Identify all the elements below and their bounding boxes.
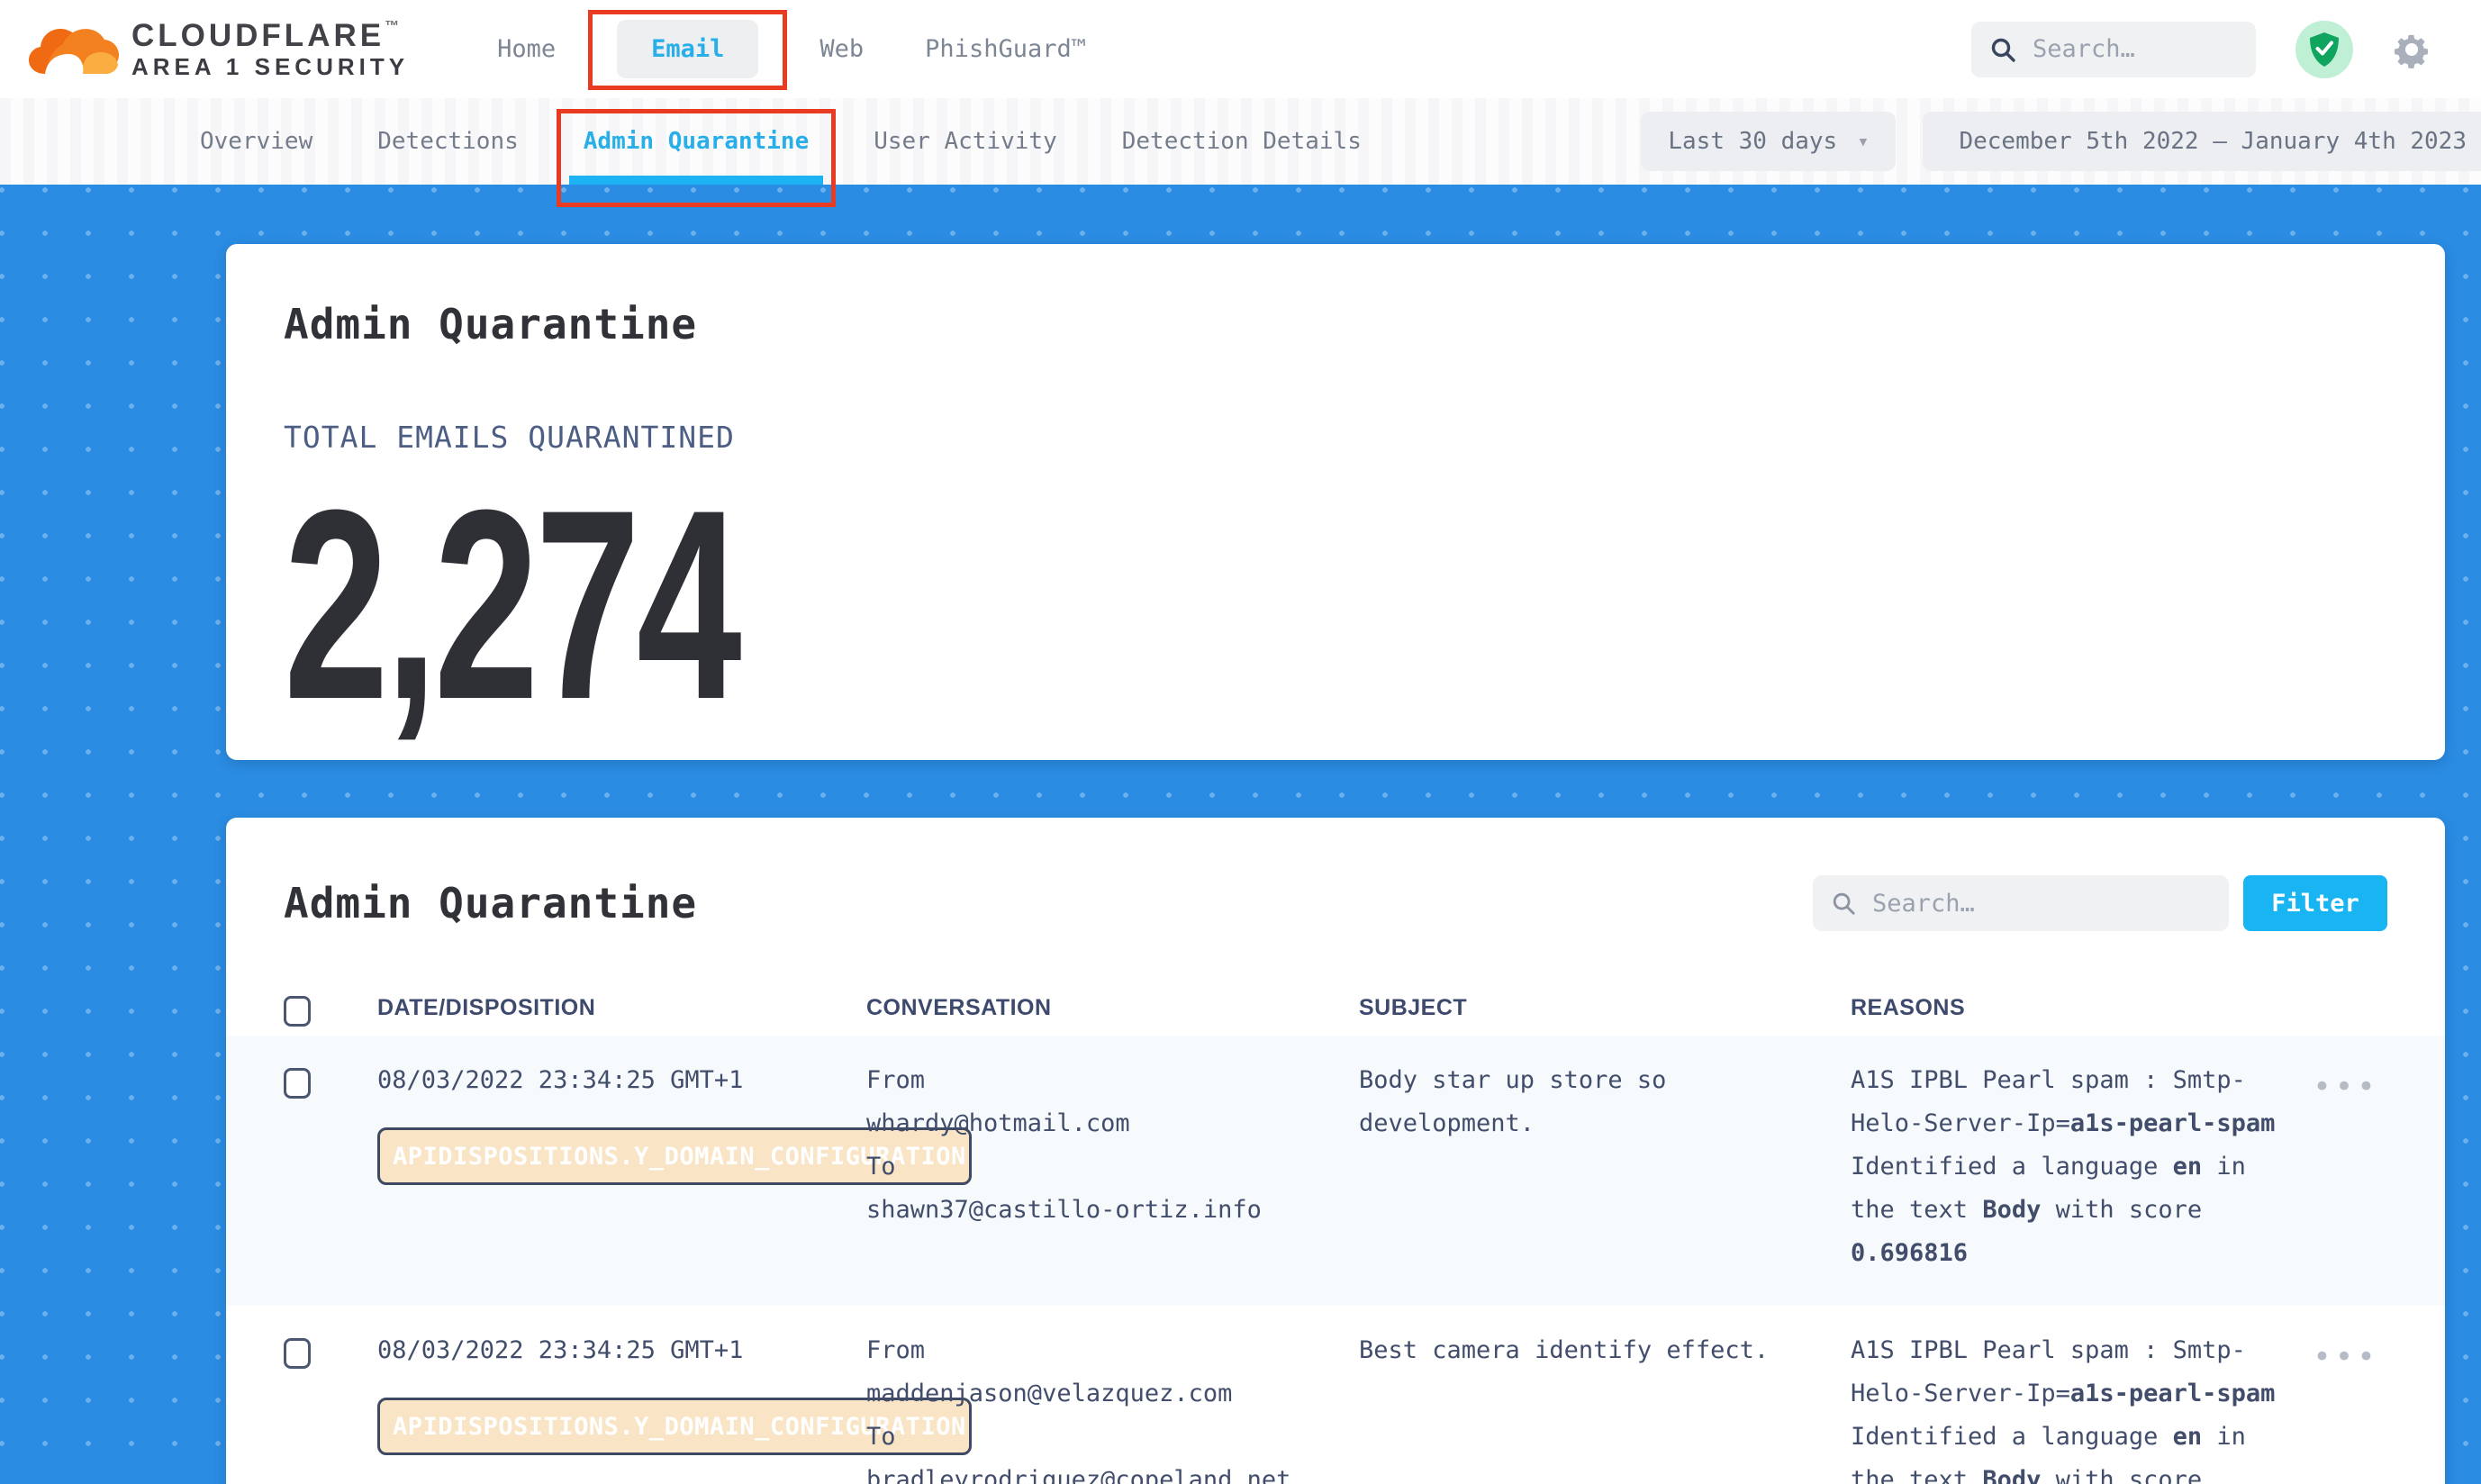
table-search-input[interactable] [1870,889,2211,918]
date-controls: Last 30 days ▾ December 5th 2022 — Janua… [1641,112,2481,171]
col-conversation: CONVERSATION [866,995,1359,1021]
to-label: To [866,1145,1323,1189]
tab-detections[interactable]: Detections [345,98,551,185]
search-icon [1831,891,1856,916]
quarantine-table-card: Admin Quarantine Filter [226,818,2445,1484]
table-header-row: DATE/DISPOSITION CONVERSATION SUBJECT RE… [284,980,2387,1036]
date-range-display[interactable]: December 5th 2022 — January 4th 2023 [1923,112,2481,171]
date-range-text: December 5th 2022 — January 4th 2023 [1959,128,2467,155]
row-checkbox[interactable] [284,1068,311,1099]
reasons-cell: A1S IPBL Pearl spam : Smtp-Helo-Server-I… [1851,1059,2304,1275]
tab-detection-details-label: Detection Details [1122,128,1362,155]
row-select-cell [284,1059,377,1099]
summary-card-title: Admin Quarantine [284,303,2387,345]
nav-web-label: Web [819,35,864,63]
total-quarantined-label: TOTAL EMAILS QUARANTINED [284,422,2387,452]
header-right-controls [1971,21,2431,78]
cloudflare-cloud-icon [27,18,121,81]
settings-button[interactable] [2393,31,2431,68]
row-checkbox[interactable] [284,1338,311,1369]
gear-icon [2393,31,2431,68]
brand-name: CLOUDFLARE™ [131,20,409,51]
reasons-cell: A1S IPBL Pearl spam : Smtp-Helo-Server-I… [1851,1329,2304,1484]
subject-cell: Body star up store so development. [1359,1059,1851,1145]
quarantine-card-header: Admin Quarantine Filter [284,875,2387,931]
chevron-down-icon: ▾ [1857,131,1869,153]
summary-card: Admin Quarantine TOTAL EMAILS QUARANTINE… [226,244,2445,760]
quarantine-table: DATE/DISPOSITION CONVERSATION SUBJECT RE… [284,980,2387,1484]
tab-user-activity-label: User Activity [874,128,1057,155]
table-row[interactable]: 08/03/2022 23:34:25 GMT+1 APIDISPOSITION… [226,1036,2445,1306]
tab-overview[interactable]: Overview [168,98,345,185]
range-dropdown-label: Last 30 days [1668,128,1837,155]
table-search[interactable] [1813,875,2229,931]
range-dropdown[interactable]: Last 30 days ▾ [1641,112,1896,171]
brand-trademark: ™ [385,19,403,34]
tab-admin-quarantine-label: Admin Quarantine [584,128,809,155]
nav-home[interactable]: Home [466,0,586,98]
search-icon [1989,36,2016,63]
from-email: maddenjason@velazquez.com [866,1372,1323,1416]
nav-email[interactable]: Email [586,0,789,98]
area1-security-app: CLOUDFLARE™ AREA 1 SECURITY Home Email W… [0,0,2481,1484]
row-menu-button[interactable]: ••• [2304,1329,2387,1372]
col-date-disposition: DATE/DISPOSITION [377,995,866,1021]
row-date: 08/03/2022 23:34:25 GMT+1 [377,1059,866,1102]
nav-phishguard[interactable]: PhishGuard™ [894,0,1117,98]
primary-nav: Home Email Web PhishGuard™ [466,0,1117,98]
nav-phishguard-label: PhishGuard™ [925,35,1086,63]
table-controls: Filter [1813,875,2387,931]
tab-admin-quarantine[interactable]: Admin Quarantine [551,98,841,185]
conversation-cell: From maddenjason@velazquez.com To bradle… [866,1329,1359,1484]
quarantine-card-title: Admin Quarantine [284,882,697,924]
from-label: From [866,1329,1323,1372]
subject-cell: Best camera identify effect. [1359,1329,1851,1372]
select-all-cell [284,989,377,1027]
select-all-checkbox[interactable] [284,996,311,1027]
date-disposition-cell: 08/03/2022 23:34:25 GMT+1 APIDISPOSITION… [377,1329,866,1455]
tab-overview-label: Overview [200,128,312,155]
active-tab-underline [569,176,823,185]
nav-email-label: Email [617,20,758,78]
to-label: To [866,1416,1323,1459]
brand-text: CLOUDFLARE™ AREA 1 SECURITY [131,20,409,78]
email-subnav: Overview Detections Admin Quarantine Use… [0,98,2481,185]
tab-user-activity[interactable]: User Activity [841,98,1090,185]
protection-status-badge[interactable] [2295,21,2353,78]
global-search-input[interactable] [2031,34,2238,64]
total-quarantined-value: 2,274 [284,466,1756,742]
row-date: 08/03/2022 23:34:25 GMT+1 [377,1329,866,1372]
tab-detection-details[interactable]: Detection Details [1090,98,1394,185]
table-row[interactable]: 08/03/2022 23:34:25 GMT+1 APIDISPOSITION… [226,1306,2445,1484]
conversation-cell: From whardy@hotmail.com To shawn37@casti… [866,1059,1359,1232]
from-email: whardy@hotmail.com [866,1102,1323,1145]
nav-web[interactable]: Web [789,0,894,98]
top-header: CLOUDFLARE™ AREA 1 SECURITY Home Email W… [0,0,2481,98]
shield-check-icon [2307,31,2341,68]
from-label: From [866,1059,1323,1102]
to-email: bradleyrodriguez@copeland.net [866,1459,1323,1484]
row-menu-button[interactable]: ••• [2304,1059,2387,1102]
row-select-cell [284,1329,377,1369]
col-reasons: REASONS [1851,995,2304,1021]
brand-tagline: AREA 1 SECURITY [131,55,409,78]
cloudflare-logo[interactable]: CLOUDFLARE™ AREA 1 SECURITY [27,18,409,81]
col-subject: SUBJECT [1359,995,1851,1021]
to-email: shawn37@castillo-ortiz.info [866,1189,1323,1232]
nav-home-label: Home [497,35,556,63]
tab-detections-label: Detections [377,128,519,155]
main-content: Admin Quarantine TOTAL EMAILS QUARANTINE… [0,185,2481,1484]
filter-button[interactable]: Filter [2243,875,2387,931]
date-disposition-cell: 08/03/2022 23:34:25 GMT+1 APIDISPOSITION… [377,1059,866,1185]
global-search[interactable] [1971,22,2256,77]
